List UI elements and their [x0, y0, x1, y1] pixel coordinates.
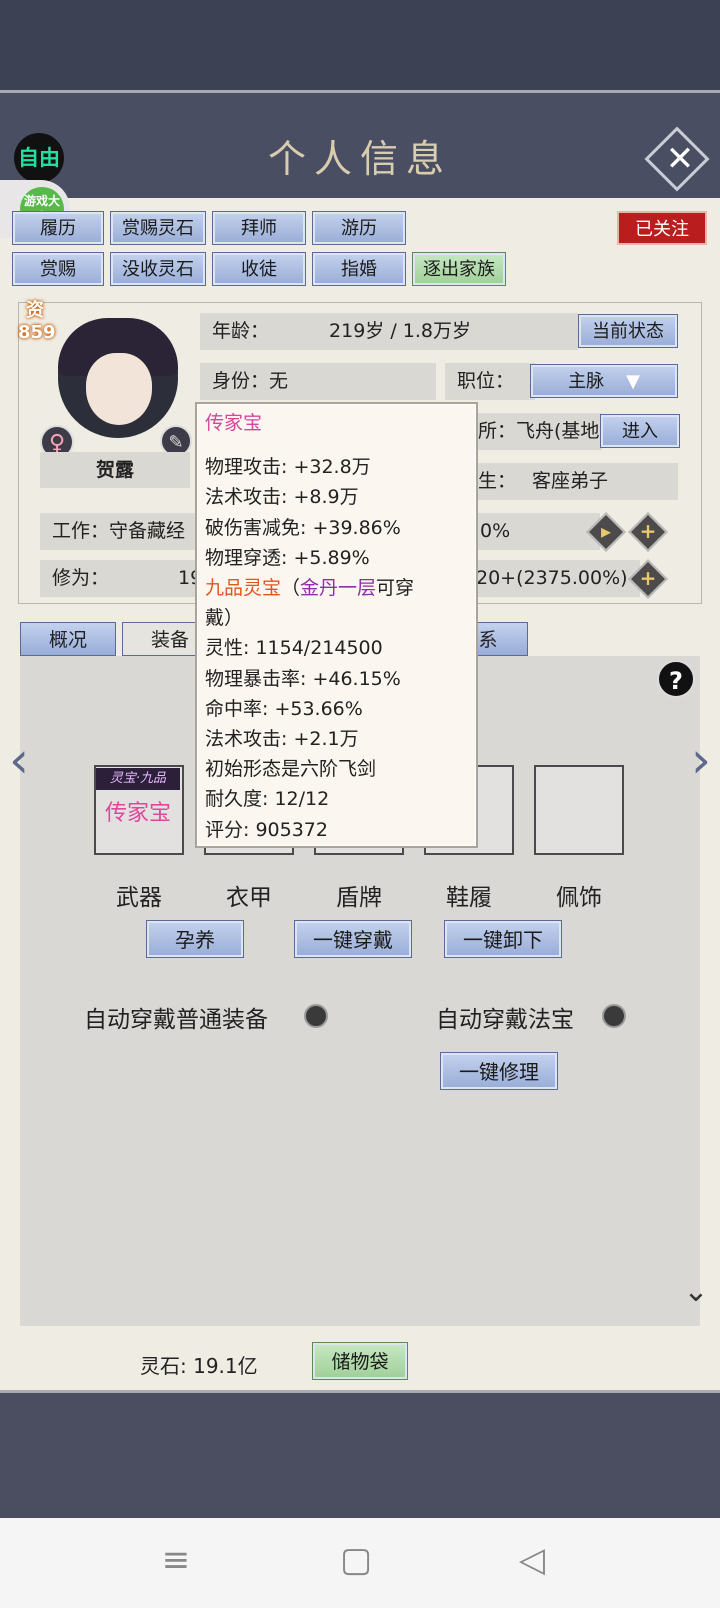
close-icon[interactable]: ✕	[654, 134, 706, 184]
tooltip-stat: 物理暴击率: +46.15%	[205, 667, 401, 690]
chevron-down-icon: ▼	[626, 371, 640, 392]
status-bar-area	[0, 0, 720, 90]
play-icon[interactable]: ▸	[589, 514, 623, 548]
slot-label-shield: 盾牌	[336, 885, 382, 911]
disciple-row: 生： 客座弟子	[472, 463, 678, 500]
prev-arrow-icon[interactable]: ‹	[4, 735, 34, 785]
reward-stones-button[interactable]: 赏赐灵石	[110, 211, 206, 245]
expel-button[interactable]: 逐出家族	[412, 252, 506, 286]
current-state-button[interactable]: 当前状态	[578, 314, 678, 348]
tooltip-stat: 法术攻击: +8.9万	[205, 486, 359, 509]
next-arrow-icon[interactable]: ›	[686, 735, 716, 785]
auto-equip-treasure-toggle[interactable]	[602, 1004, 626, 1028]
enter-button[interactable]: 进入	[600, 414, 680, 448]
home-nav-icon[interactable]: ▢	[326, 1540, 386, 1580]
slot-label-weapon: 武器	[116, 885, 162, 911]
tooltip-stat: 灵性: 1154/214500	[205, 637, 383, 660]
aptitude-badge: 资 859	[18, 300, 56, 343]
help-icon[interactable]: ?	[657, 660, 695, 698]
reward-button[interactable]: 赏赐	[12, 252, 104, 286]
page-title: 个人信息	[267, 137, 452, 181]
accessory-slot[interactable]	[534, 765, 624, 855]
followed-badge[interactable]: 已关注	[617, 211, 707, 245]
slot-label-boots: 鞋履	[446, 885, 492, 911]
item-tooltip: 传家宝 物理攻击: +32.8万 法术攻击: +8.9万 破伤害减免: +39.…	[195, 402, 478, 848]
unequip-all-button[interactable]: 一键卸下	[444, 920, 562, 958]
menu-nav-icon[interactable]: ≡	[146, 1540, 206, 1580]
slot-label-armor: 衣甲	[226, 885, 272, 911]
identity-row: 身份：无	[200, 363, 436, 400]
apprentice-button[interactable]: 拜师	[212, 211, 306, 245]
arrange-marriage-button[interactable]: 指婚	[312, 252, 406, 286]
auto-equip-normal-label: 自动穿戴普通装备	[84, 1007, 268, 1033]
plus-icon[interactable]: +	[631, 561, 665, 595]
storage-bag-button[interactable]: 储物袋	[312, 1342, 408, 1380]
tooltip-stat: 破伤害减免: +39.86%	[205, 516, 401, 539]
age-row: 年龄： 219岁 / 1.8万岁	[200, 313, 578, 350]
tooltip-stat: 法术攻击: +2.1万	[205, 728, 359, 751]
free-status-badge[interactable]: 自由	[14, 133, 64, 183]
slot-label-accessory: 佩饰	[556, 885, 602, 911]
equip-all-button[interactable]: 一键穿戴	[294, 920, 412, 958]
position-label: 职位：	[445, 363, 535, 400]
take-disciple-button[interactable]: 收徒	[212, 252, 306, 286]
plus-icon[interactable]: +	[631, 514, 665, 548]
nurture-button[interactable]: 孕养	[146, 920, 244, 958]
auto-equip-normal-toggle[interactable]	[304, 1004, 328, 1028]
tooltip-title: 传家宝	[205, 412, 263, 434]
tooltip-stat: 物理穿透: +5.89%	[205, 546, 370, 569]
spirit-stone-count: 灵石: 19.1亿	[140, 1354, 258, 1378]
residence-row: 所：飞舟(基地	[472, 413, 602, 450]
repair-all-button[interactable]: 一键修理	[440, 1052, 558, 1090]
tooltip-grade-line-cont: 戴）	[205, 607, 244, 630]
back-nav-icon[interactable]: ◁	[502, 1540, 562, 1580]
weapon-name: 传家宝	[104, 801, 171, 826]
bottom-frame	[0, 1390, 720, 1521]
travel-button[interactable]: 游历	[312, 211, 406, 245]
history-button[interactable]: 履历	[12, 211, 104, 245]
confiscate-stones-button[interactable]: 没收灵石	[110, 252, 206, 286]
position-select[interactable]: 主脉 ▼	[530, 364, 678, 398]
tooltip-stat: 初始形态是六阶飞剑	[205, 758, 377, 781]
tooltip-stat: 命中率: +53.66%	[205, 697, 363, 720]
avatar-face	[86, 353, 152, 425]
tooltip-stat: 评分: 905372	[205, 818, 328, 841]
character-name[interactable]: 贺露	[40, 452, 190, 488]
tooltip-stat: 物理攻击: +32.8万	[205, 456, 371, 479]
auto-equip-treasure-label: 自动穿戴法宝	[436, 1007, 574, 1033]
grade-badge: 灵宝·九品	[96, 768, 180, 790]
tab-overview[interactable]: 概况	[20, 622, 116, 656]
tooltip-stat: 耐久度: 12/12	[205, 788, 330, 811]
chevron-down-icon[interactable]: ⌄	[676, 1277, 716, 1307]
tooltip-grade-line: 九品灵宝（金丹一层可穿	[205, 577, 415, 600]
